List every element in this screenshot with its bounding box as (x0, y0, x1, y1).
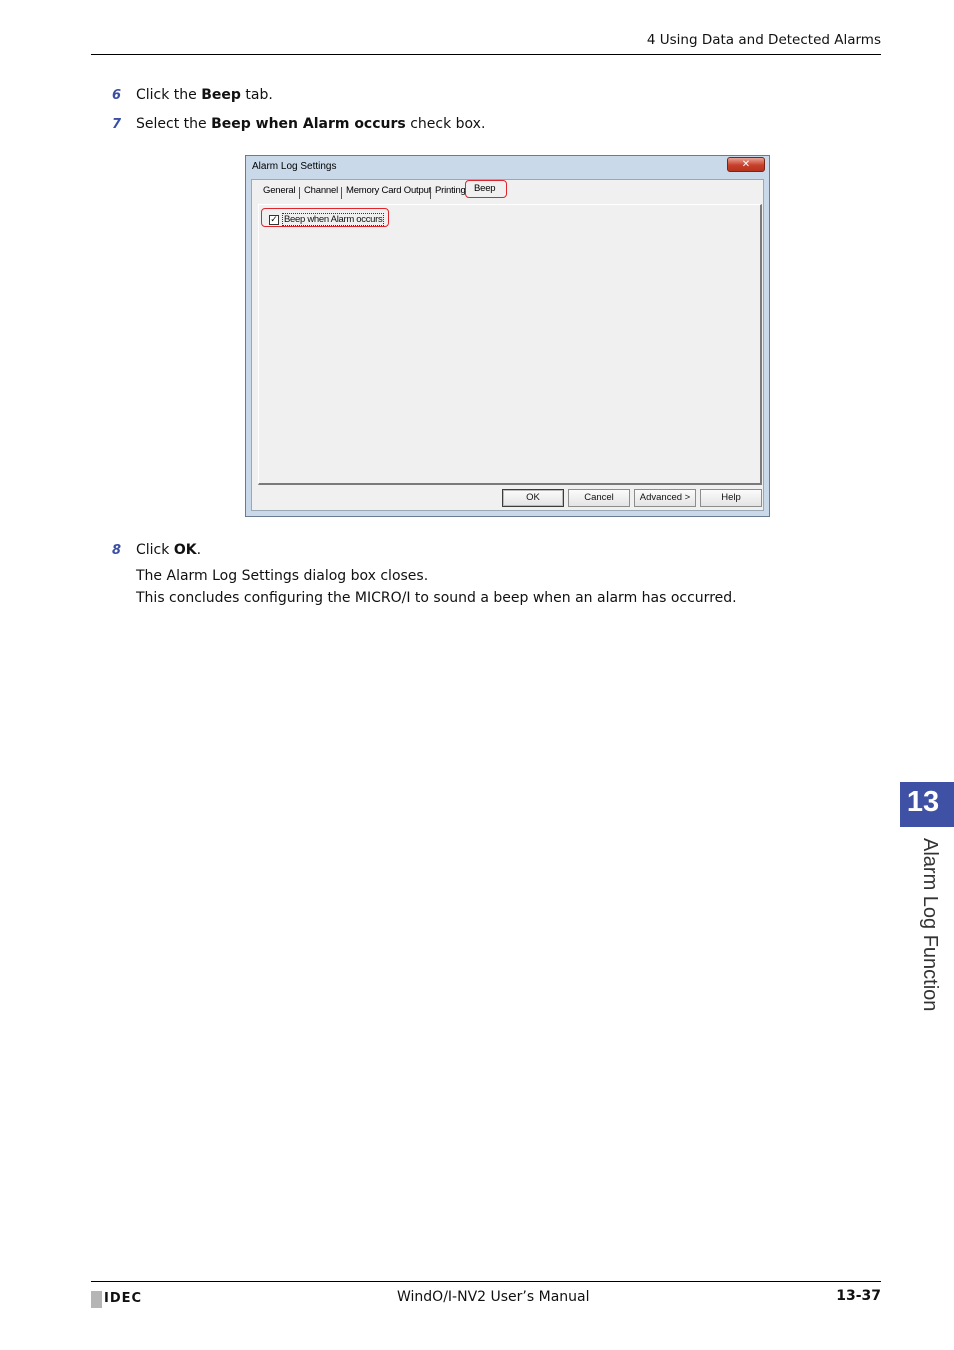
header-rule (91, 54, 881, 55)
tab-channel[interactable]: Channel (304, 185, 338, 196)
beep-tab-highlight (465, 180, 507, 198)
step-text-pre: Select the (136, 116, 212, 132)
step-text-post: . (196, 542, 202, 558)
tab-general[interactable]: General (263, 185, 296, 196)
result-paragraph: The Alarm Log Settings dialog box closes… (136, 568, 429, 584)
section-title: 4 Using Data and Detected Alarms (646, 32, 881, 48)
tab-separator (341, 187, 342, 199)
step-text: Click the Beep tab. (136, 87, 273, 103)
step-text-post: tab. (240, 87, 273, 103)
idec-logo: IDEC (104, 1291, 143, 1306)
close-icon: ✕ (741, 159, 751, 170)
checkbox-highlight (261, 208, 389, 227)
step-number: 8 (112, 543, 122, 558)
ok-button[interactable]: OK (502, 489, 564, 507)
manual-title: WindO/I-NV2 User’s Manual (397, 1289, 590, 1305)
tab-separator (299, 187, 300, 199)
alarm-log-settings-dialog: Alarm Log Settings ✕ General Channel Mem… (245, 155, 770, 517)
chapter-title: Alarm Log Function (919, 838, 941, 1012)
tab-memory-card-output[interactable]: Memory Card Output (346, 185, 431, 196)
step-text-bold: Beep (201, 87, 241, 103)
step-text: Click OK. (136, 542, 201, 558)
page-number: 13-37 (836, 1288, 881, 1304)
dialog-title: Alarm Log Settings (252, 161, 337, 172)
close-button[interactable]: ✕ (727, 157, 765, 172)
step-number: 6 (112, 88, 122, 103)
beep-tab-panel: ✓ Beep when Alarm occurs (258, 204, 762, 485)
dialog-client-area: General Channel Memory Card Output Print… (251, 179, 764, 511)
step-text-pre: Click the (136, 87, 202, 103)
step-text-bold: OK (173, 542, 197, 558)
chapter-number: 13 (906, 786, 940, 818)
step-text-bold: Beep when Alarm occurs (211, 116, 406, 132)
step-text: Select the Beep when Alarm occurs check … (136, 116, 485, 132)
conclusion-paragraph: This concludes configuring the MICRO/I t… (136, 590, 737, 606)
tab-printing[interactable]: Printing (435, 185, 466, 196)
tab-separator (430, 187, 431, 199)
footer-rule (91, 1281, 881, 1282)
step-text-pre: Click (136, 542, 174, 558)
dialog-titlebar: Alarm Log Settings ✕ (246, 156, 769, 178)
advanced-button[interactable]: Advanced > (634, 489, 696, 507)
cancel-button[interactable]: Cancel (568, 489, 630, 507)
step-text-post: check box. (405, 116, 486, 132)
idec-logo-mark (91, 1291, 102, 1308)
step-number: 7 (112, 117, 122, 132)
chapter-tab: 13 (900, 782, 954, 827)
help-button[interactable]: Help (700, 489, 762, 507)
